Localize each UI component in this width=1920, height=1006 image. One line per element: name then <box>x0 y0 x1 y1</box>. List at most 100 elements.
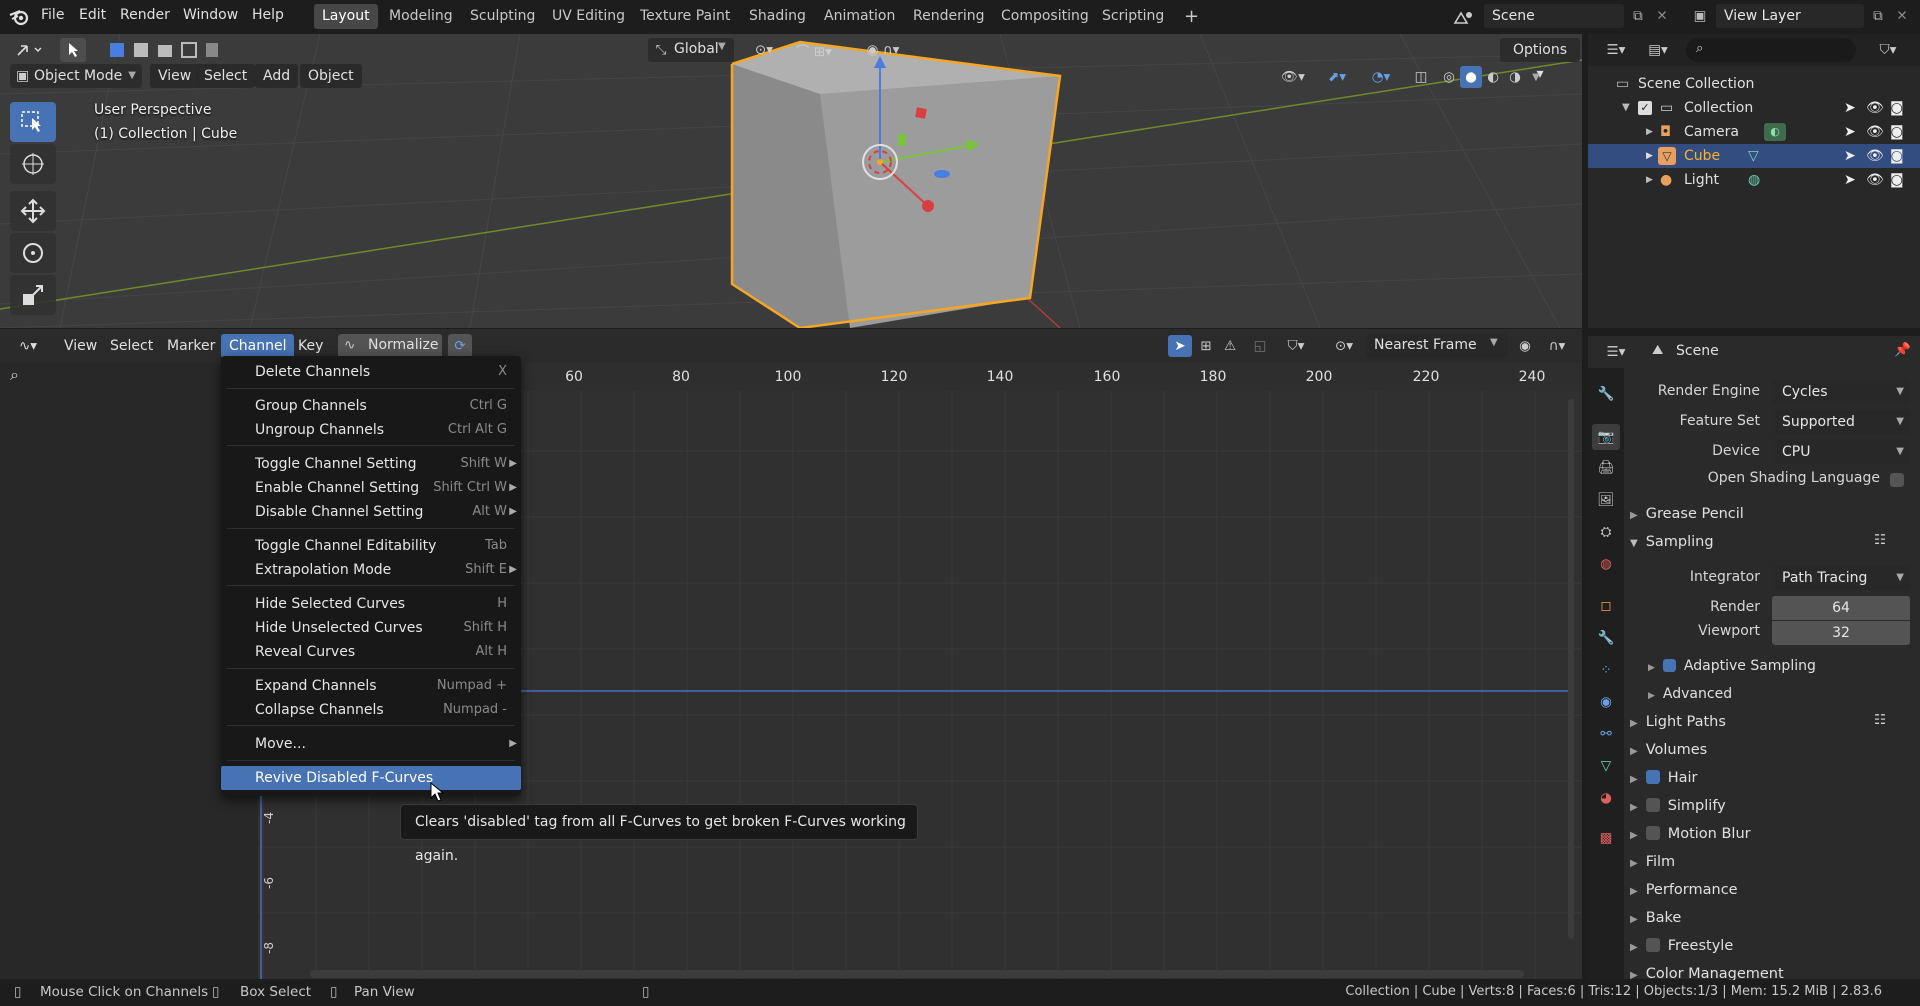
camera-data-icon[interactable]: ◐ <box>1764 123 1786 141</box>
object-tab-icon[interactable]: ◻ <box>1596 596 1616 616</box>
freestyle-checkbox[interactable] <box>1645 938 1660 952</box>
editor-type-icon[interactable]: ☰▾ <box>1598 342 1634 362</box>
normalize-toggle[interactable]: ∿ Normalize <box>338 334 442 358</box>
view-layer-tab-icon[interactable]: 🖼 <box>1596 490 1616 510</box>
camera-render-icon[interactable]: ◙ <box>1890 120 1904 144</box>
section-freestyle[interactable]: ▶ Freestyle <box>1630 938 1733 954</box>
outliner-scene-collection[interactable]: ▭ Scene Collection <box>1588 72 1920 96</box>
tab-layout[interactable]: Layout <box>314 4 378 29</box>
viewport-samples-field[interactable]: 32 <box>1772 621 1910 645</box>
osl-checkbox[interactable] <box>1890 473 1904 487</box>
editor-type-icon[interactable] <box>8 38 50 62</box>
mode-dropdown[interactable]: Object Mode ▣ ▼ <box>10 64 142 88</box>
menu-item-revive-disabled-fcurves[interactable]: Revive Disabled F-Curves <box>221 766 521 790</box>
pivot-icon[interactable]: ⊙▾ <box>746 40 782 60</box>
expand-icon[interactable]: ▶ <box>1646 144 1653 168</box>
outliner-item-cube[interactable]: ▶ ▽ Cube ▽ ➤ 👁 ◙ <box>1588 144 1920 168</box>
graph-menu-key[interactable]: Key <box>290 334 331 358</box>
menu-item-hide-selected-curves[interactable]: Hide Selected Curves H <box>221 592 521 616</box>
menu-item-hide-unselected-curves[interactable]: Hide Unselected Curves Shift H <box>221 616 521 640</box>
subsection-advanced[interactable]: ▶ Advanced <box>1648 686 1732 702</box>
section-hair[interactable]: ▶ Hair <box>1630 770 1697 786</box>
section-film[interactable]: ▶ Film <box>1630 854 1675 870</box>
graph-menu-channel[interactable]: Channel <box>221 334 295 358</box>
horizontal-scrollbar[interactable] <box>310 970 1524 978</box>
channel-region[interactable]: ⌕ <box>0 363 258 979</box>
editor-type-icon[interactable]: ☰▾ <box>1598 40 1634 60</box>
graph-menu-marker[interactable]: Marker <box>159 334 223 358</box>
material-shading-icon[interactable]: ◐ <box>1482 66 1504 88</box>
3d-viewport[interactable]: ⤡ Global ▼ ⊙▾ ⌒ ⊞▾ ◉ ∩▾ Options ▾ Object… <box>0 34 1582 328</box>
modifier-tab-icon[interactable]: 🔧 <box>1596 628 1616 648</box>
filter-icon[interactable]: ⛉▾ <box>1870 40 1906 60</box>
scene-icon[interactable] <box>1450 7 1480 27</box>
rotate-tool[interactable] <box>10 233 56 273</box>
falloff-icon[interactable]: ∩▾ <box>1540 335 1574 357</box>
tab-modeling[interactable]: Modeling <box>381 4 461 29</box>
material-tab-icon[interactable]: ◕ <box>1596 788 1616 808</box>
tab-shading[interactable]: Shading <box>741 4 814 29</box>
camera-render-icon[interactable]: ◙ <box>1890 168 1904 192</box>
move-tool[interactable] <box>10 191 56 231</box>
scene-tab-icon[interactable]: ⛭ <box>1596 522 1616 542</box>
proportional-edit-icon[interactable]: ◉ ∩▾ <box>858 40 908 60</box>
proportional-edit-icon[interactable]: ◉ <box>1514 335 1536 357</box>
tab-animation[interactable]: Animation <box>816 4 903 29</box>
tab-scripting[interactable]: Scripting <box>1094 4 1172 29</box>
view-layer-field[interactable]: View Layer <box>1716 4 1864 28</box>
section-simplify[interactable]: ▶ Simplify <box>1630 798 1726 814</box>
tab-texture-paint[interactable]: Texture Paint <box>632 4 738 29</box>
light-data-icon[interactable]: ◍ <box>1748 168 1760 192</box>
pin-icon[interactable]: 📌 <box>1894 342 1911 358</box>
snap-icon[interactable]: ⌒ ⊞▾ <box>788 40 840 60</box>
copy-layer-icon[interactable]: ⧉ <box>1868 6 1888 26</box>
hair-checkbox[interactable] <box>1645 770 1660 784</box>
filter-icon[interactable]: ⛉▾ <box>1278 335 1314 357</box>
display-mode-icon[interactable]: ▤▾ <box>1640 40 1676 60</box>
only-selected-icon[interactable]: ➤ <box>1168 335 1192 357</box>
physics-tab-icon[interactable]: ◉ <box>1596 692 1616 712</box>
menu-item-toggle-channel-editability[interactable]: Toggle Channel Editability Tab <box>221 534 521 558</box>
checkbox-icon[interactable]: ✓ <box>1638 101 1652 115</box>
menu-item-reveal-curves[interactable]: Reveal Curves Alt H <box>221 640 521 664</box>
eye-icon[interactable]: 👁 <box>1866 96 1884 120</box>
camera-render-icon[interactable]: ◙ <box>1890 144 1904 168</box>
view-layer-icon[interactable]: ▣ <box>1686 6 1714 26</box>
solid-shading-icon[interactable]: ● <box>1460 66 1482 88</box>
copy-scene-icon[interactable]: ⧉ <box>1628 6 1648 26</box>
close-icon[interactable]: ✕ <box>1652 6 1672 26</box>
graph-menu-view[interactable]: View <box>56 334 105 358</box>
menu-item-delete-channels[interactable]: Delete Channels X <box>221 360 521 384</box>
menu-item-disable-channel-setting[interactable]: Disable Channel Setting Alt W ▶ <box>221 500 521 524</box>
select-icon[interactable]: ➤ <box>1844 168 1856 192</box>
add-workspace-button[interactable]: + <box>1176 4 1207 29</box>
menu-render[interactable]: Render <box>120 7 170 23</box>
viewport-menu-view[interactable]: View <box>150 64 200 88</box>
menu-item-collapse-channels[interactable]: Collapse Channels Numpad - <box>221 698 521 722</box>
output-tab-icon[interactable]: 🖨 <box>1596 458 1616 478</box>
select-icon[interactable]: ➤ <box>1844 96 1856 120</box>
vertical-scrollbar[interactable] <box>1568 399 1574 939</box>
graph-menu-select[interactable]: Select <box>102 334 161 358</box>
menu-item-expand-channels[interactable]: Expand Channels Numpad + <box>221 674 521 698</box>
create-ghost-icon[interactable]: ◱ <box>1248 335 1272 357</box>
expand-icon[interactable]: ▶ <box>1646 168 1653 192</box>
menu-item-move[interactable]: Move... ▶ <box>221 732 521 756</box>
section-grease-pencil[interactable]: ▶ Grease Pencil <box>1630 506 1744 522</box>
expand-icon[interactable]: ▶ <box>1646 120 1653 144</box>
xray-icon[interactable]: ◫ <box>1410 66 1432 88</box>
viewport-menu-add[interactable]: Add <box>255 64 299 88</box>
menu-item-group-channels[interactable]: Group Channels Ctrl G <box>221 394 521 418</box>
constraints-tab-icon[interactable]: ⚯ <box>1596 724 1616 744</box>
world-tab-icon[interactable]: ◍ <box>1596 554 1616 574</box>
section-sampling[interactable]: ▼ Sampling <box>1630 534 1714 550</box>
select-icon[interactable]: ➤ <box>1844 144 1856 168</box>
scale-tool[interactable] <box>10 275 56 315</box>
outliner-item-camera[interactable]: ▶ ◘ Camera ◐ ➤ 👁 ◙ <box>1588 120 1920 144</box>
eye-icon[interactable]: 👁 <box>1866 120 1884 144</box>
adaptive-sampling-checkbox[interactable] <box>1662 658 1676 672</box>
data-tab-icon[interactable]: ▽ <box>1596 756 1616 776</box>
show-hidden-icon[interactable]: ⊞ <box>1194 335 1218 357</box>
section-motion-blur[interactable]: ▶ Motion Blur <box>1630 826 1751 842</box>
cursor-tool[interactable] <box>10 144 56 184</box>
